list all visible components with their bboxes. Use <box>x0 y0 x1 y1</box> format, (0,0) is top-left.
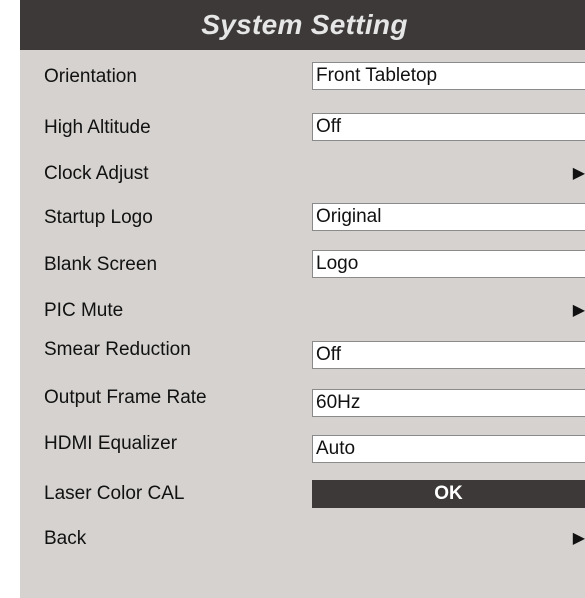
menu-item-clock-adjust[interactable]: Clock Adjust ▶ <box>20 157 585 191</box>
smear-reduction-label: Smear Reduction <box>44 339 191 360</box>
ok-button[interactable]: OK <box>312 480 585 508</box>
high-altitude-label: High Altitude <box>44 117 151 138</box>
high-altitude-select[interactable]: Off <box>312 113 585 141</box>
startup-logo-select[interactable]: Original <box>312 203 585 231</box>
orientation-label: Orientation <box>44 66 137 87</box>
pic-mute-label: PIC Mute <box>44 300 124 321</box>
hdmi-equalizer-select[interactable]: Auto <box>312 435 585 463</box>
orientation-select[interactable]: Front Tabletop <box>312 62 585 90</box>
smear-reduction-select[interactable]: Off <box>312 341 585 369</box>
right-triangle-icon[interactable]: ▶ <box>565 294 585 328</box>
right-triangle-icon[interactable]: ▶ <box>565 522 585 556</box>
title-bar: System Setting <box>20 0 585 50</box>
hdmi-equalizer-label: HDMI Equalizer <box>44 433 178 454</box>
menu-item-high-altitude[interactable]: High Altitude Off <box>20 111 585 145</box>
menu-item-output-frame-rate[interactable]: Output Frame Rate 60Hz <box>20 381 585 417</box>
blank-screen-select[interactable]: Logo <box>312 250 585 278</box>
menu-item-pic-mute[interactable]: PIC Mute ▶ <box>20 294 585 328</box>
right-triangle-icon[interactable]: ▶ <box>565 157 585 191</box>
menu-item-orientation[interactable]: Orientation Front Tabletop <box>20 60 585 94</box>
menu-item-hdmi-equalizer[interactable]: HDMI Equalizer Auto <box>20 427 585 463</box>
output-frame-rate-label: Output Frame Rate <box>44 387 207 408</box>
startup-logo-label: Startup Logo <box>44 207 153 228</box>
menu-item-smear-reduction[interactable]: Smear Reduction Off <box>20 333 585 369</box>
menu-item-startup-logo[interactable]: Startup Logo Original <box>20 201 585 235</box>
output-frame-rate-select[interactable]: 60Hz <box>312 389 585 417</box>
menu-item-laser-color-cal[interactable]: Laser Color CAL OK <box>20 477 585 511</box>
system-setting-menu: System Setting Orientation Front Tableto… <box>20 0 585 598</box>
back-label: Back <box>44 528 87 549</box>
clock-adjust-label: Clock Adjust <box>44 163 149 184</box>
laser-color-cal-label: Laser Color CAL <box>44 483 185 504</box>
menu-title: System Setting <box>201 9 408 40</box>
menu-item-blank-screen[interactable]: Blank Screen Logo <box>20 248 585 282</box>
blank-screen-label: Blank Screen <box>44 254 158 275</box>
menu-item-back[interactable]: Back ▶ <box>20 522 585 556</box>
